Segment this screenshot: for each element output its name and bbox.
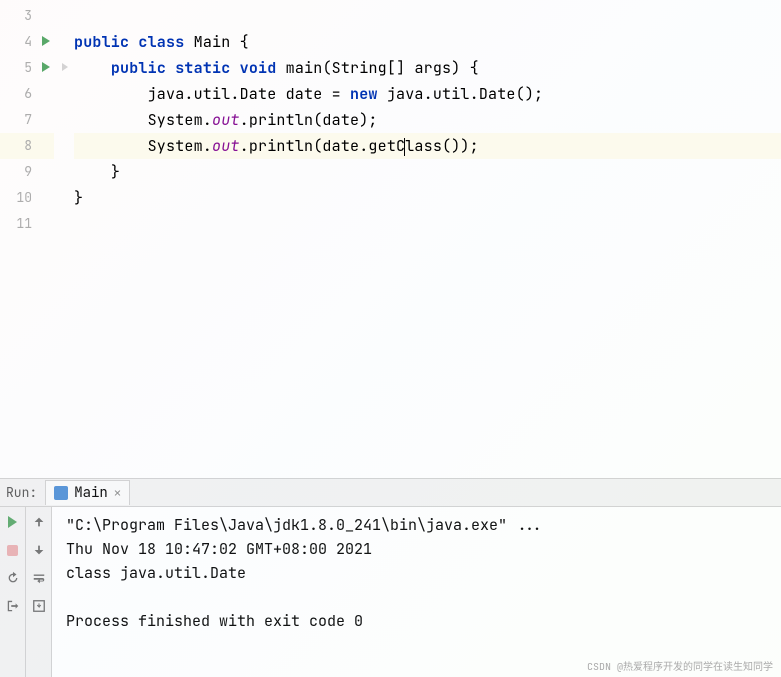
run-toolbar: Run: Main ✕ — [0, 479, 781, 507]
run-gutter-icon[interactable] — [42, 36, 50, 46]
gutter-line: 11 — [0, 211, 54, 237]
console-tool-column — [26, 507, 52, 677]
restart-button[interactable] — [4, 569, 22, 587]
console-output[interactable]: "C:\Program Files\Java\jdk1.8.0_241\bin\… — [52, 507, 781, 677]
code-line-current: System.out.println(date.getClass()); — [74, 133, 781, 159]
exit-button[interactable] — [4, 597, 22, 615]
run-tool-column — [0, 507, 26, 677]
gutter-line: 3 — [0, 3, 54, 29]
exit-icon — [6, 599, 20, 613]
restart-icon — [6, 571, 20, 585]
console-line-blank — [66, 585, 767, 609]
code-area[interactable]: public class Main { public static void m… — [54, 0, 781, 478]
editor-pane: 3 4 5 6 7 8 9 10 11 public class Main { … — [0, 0, 781, 478]
gutter: 3 4 5 6 7 8 9 10 11 — [0, 0, 54, 478]
app-icon — [54, 486, 68, 500]
scroll-end-icon — [32, 599, 46, 613]
gutter-line: 10 — [0, 185, 54, 211]
code-line: System.out.println(date); — [74, 107, 781, 133]
run-label: Run: — [6, 484, 37, 501]
scroll-to-end-button[interactable] — [30, 597, 48, 615]
gutter-line: 5 — [0, 55, 54, 81]
console-panel: "C:\Program Files\Java\jdk1.8.0_241\bin\… — [0, 507, 781, 677]
run-tab-label: Main — [74, 484, 108, 502]
code-line: public class Main { — [74, 29, 781, 55]
code-line: public static void main(String[] args) { — [74, 55, 781, 81]
code-line: } — [74, 185, 781, 211]
gutter-line: 9 — [0, 159, 54, 185]
code-line: java.util.Date date = new java.util.Date… — [74, 81, 781, 107]
console-line: Thu Nov 18 10:47:02 GMT+08:00 2021 — [66, 537, 767, 561]
gutter-line: 6 — [0, 81, 54, 107]
stop-icon — [7, 545, 18, 556]
stop-button[interactable] — [4, 541, 22, 559]
scroll-up-button[interactable] — [30, 513, 48, 531]
scroll-down-button[interactable] — [30, 541, 48, 559]
console-line: class java.util.Date — [66, 561, 767, 585]
gutter-line: 4 — [0, 29, 54, 55]
console-line-exit: Process finished with exit code 0 — [66, 609, 767, 633]
arrow-up-icon — [32, 515, 46, 529]
wrap-icon — [32, 571, 46, 585]
rerun-button[interactable] — [4, 513, 22, 531]
close-icon[interactable]: ✕ — [114, 485, 121, 501]
console-line-cmd: "C:\Program Files\Java\jdk1.8.0_241\bin\… — [66, 513, 767, 537]
gutter-line: 7 — [0, 107, 54, 133]
run-tab[interactable]: Main ✕ — [45, 480, 130, 505]
code-line — [74, 3, 781, 29]
play-icon — [8, 516, 17, 528]
code-line: } — [74, 159, 781, 185]
arrow-down-icon — [32, 543, 46, 557]
watermark-text: CSDN @热爱程序开发的同学在读生知同学 — [587, 658, 773, 673]
run-gutter-icon[interactable] — [42, 62, 50, 72]
soft-wrap-button[interactable] — [30, 569, 48, 587]
gutter-line-current: 8 — [0, 133, 54, 159]
